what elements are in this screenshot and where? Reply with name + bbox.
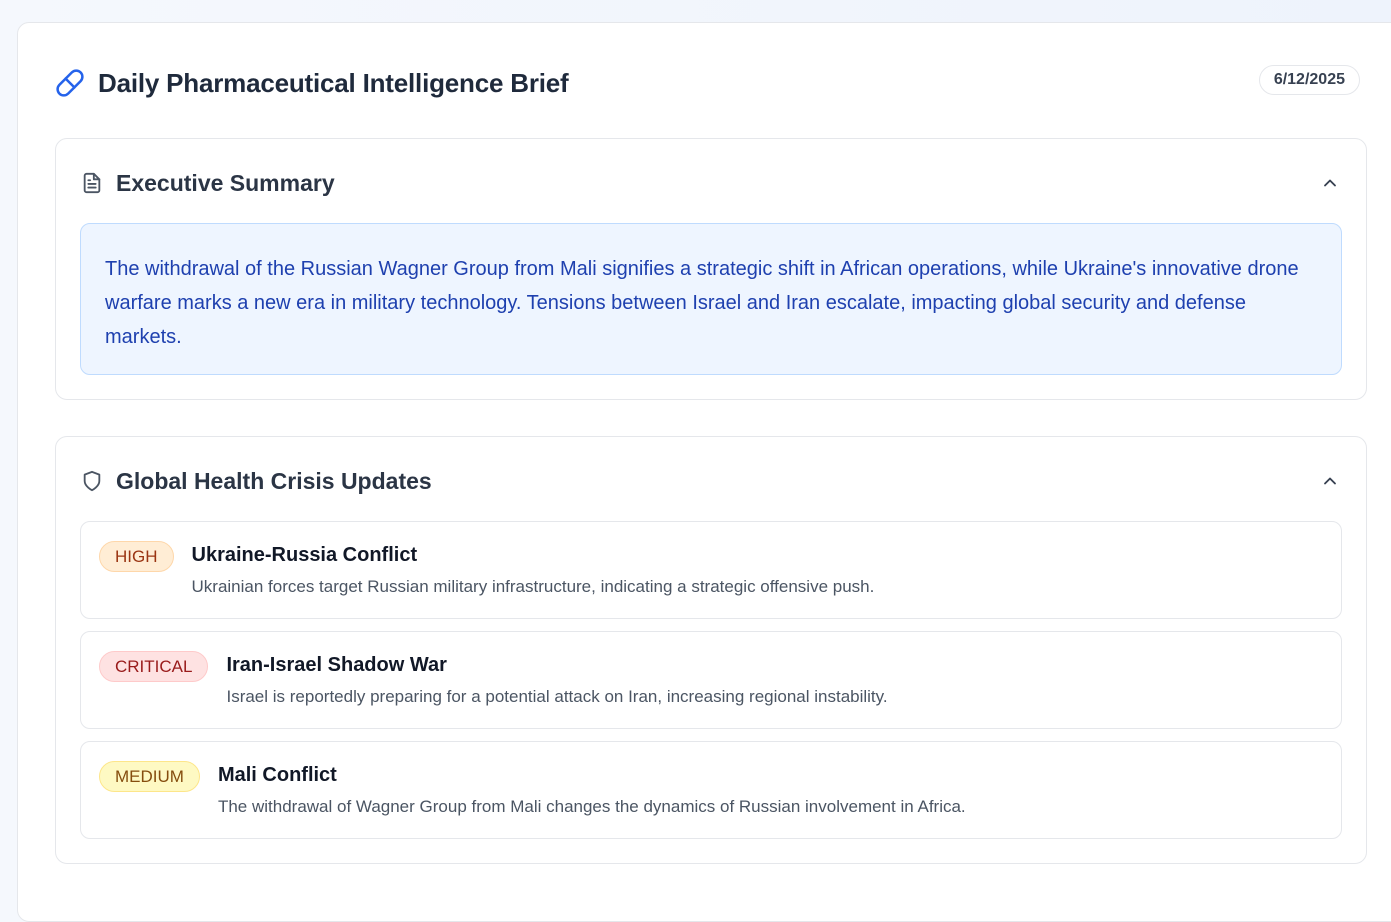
alert-description: The withdrawal of Wagner Group from Mali… — [217, 797, 966, 816]
document-icon — [80, 171, 104, 195]
page-title: Daily Pharmaceutical Intelligence Brief — [98, 67, 569, 98]
brief-page: Daily Pharmaceutical Intelligence Brief … — [17, 22, 1391, 922]
severity-badge-high: HIGH — [99, 541, 174, 572]
executive-summary-text: The withdrawal of the Russian Wagner Gro… — [80, 223, 1342, 375]
chevron-up-icon[interactable] — [1318, 171, 1342, 195]
pill-icon — [54, 67, 86, 99]
date-badge: 6/12/2025 — [1258, 65, 1360, 95]
alert-title: Ukraine-Russia Conflict — [191, 544, 418, 566]
alert-list: HIGH Ukraine-Russia Conflict Ukrainian f… — [80, 521, 1342, 851]
alert-description: Israel is reportedly preparing for a pot… — [226, 687, 888, 706]
alert-title: Mali Conflict — [217, 764, 337, 786]
severity-badge-medium: MEDIUM — [99, 761, 200, 792]
severity-badge-critical: CRITICAL — [99, 651, 209, 682]
health-crisis-header[interactable]: Global Health Crisis Updates — [80, 465, 1342, 497]
brief-header: Daily Pharmaceutical Intelligence Brief … — [54, 65, 1360, 101]
shield-icon — [80, 469, 104, 493]
chevron-up-icon[interactable] — [1318, 469, 1342, 493]
alert-title: Iran-Israel Shadow War — [226, 654, 447, 676]
executive-summary-header[interactable]: Executive Summary — [80, 167, 1342, 199]
executive-summary-card: Executive Summary The withdrawal of the … — [55, 138, 1367, 400]
executive-summary-title: Executive Summary — [116, 169, 335, 196]
list-item[interactable]: MEDIUM Mali Conflict The withdrawal of W… — [80, 741, 1342, 839]
alert-description: Ukrainian forces target Russian military… — [191, 577, 875, 596]
list-item[interactable]: CRITICAL Iran-Israel Shadow War Israel i… — [80, 631, 1342, 729]
health-crisis-title: Global Health Crisis Updates — [116, 467, 432, 494]
health-crisis-card: Global Health Crisis Updates HIGH Ukrain… — [55, 436, 1367, 864]
list-item[interactable]: HIGH Ukraine-Russia Conflict Ukrainian f… — [80, 521, 1342, 619]
